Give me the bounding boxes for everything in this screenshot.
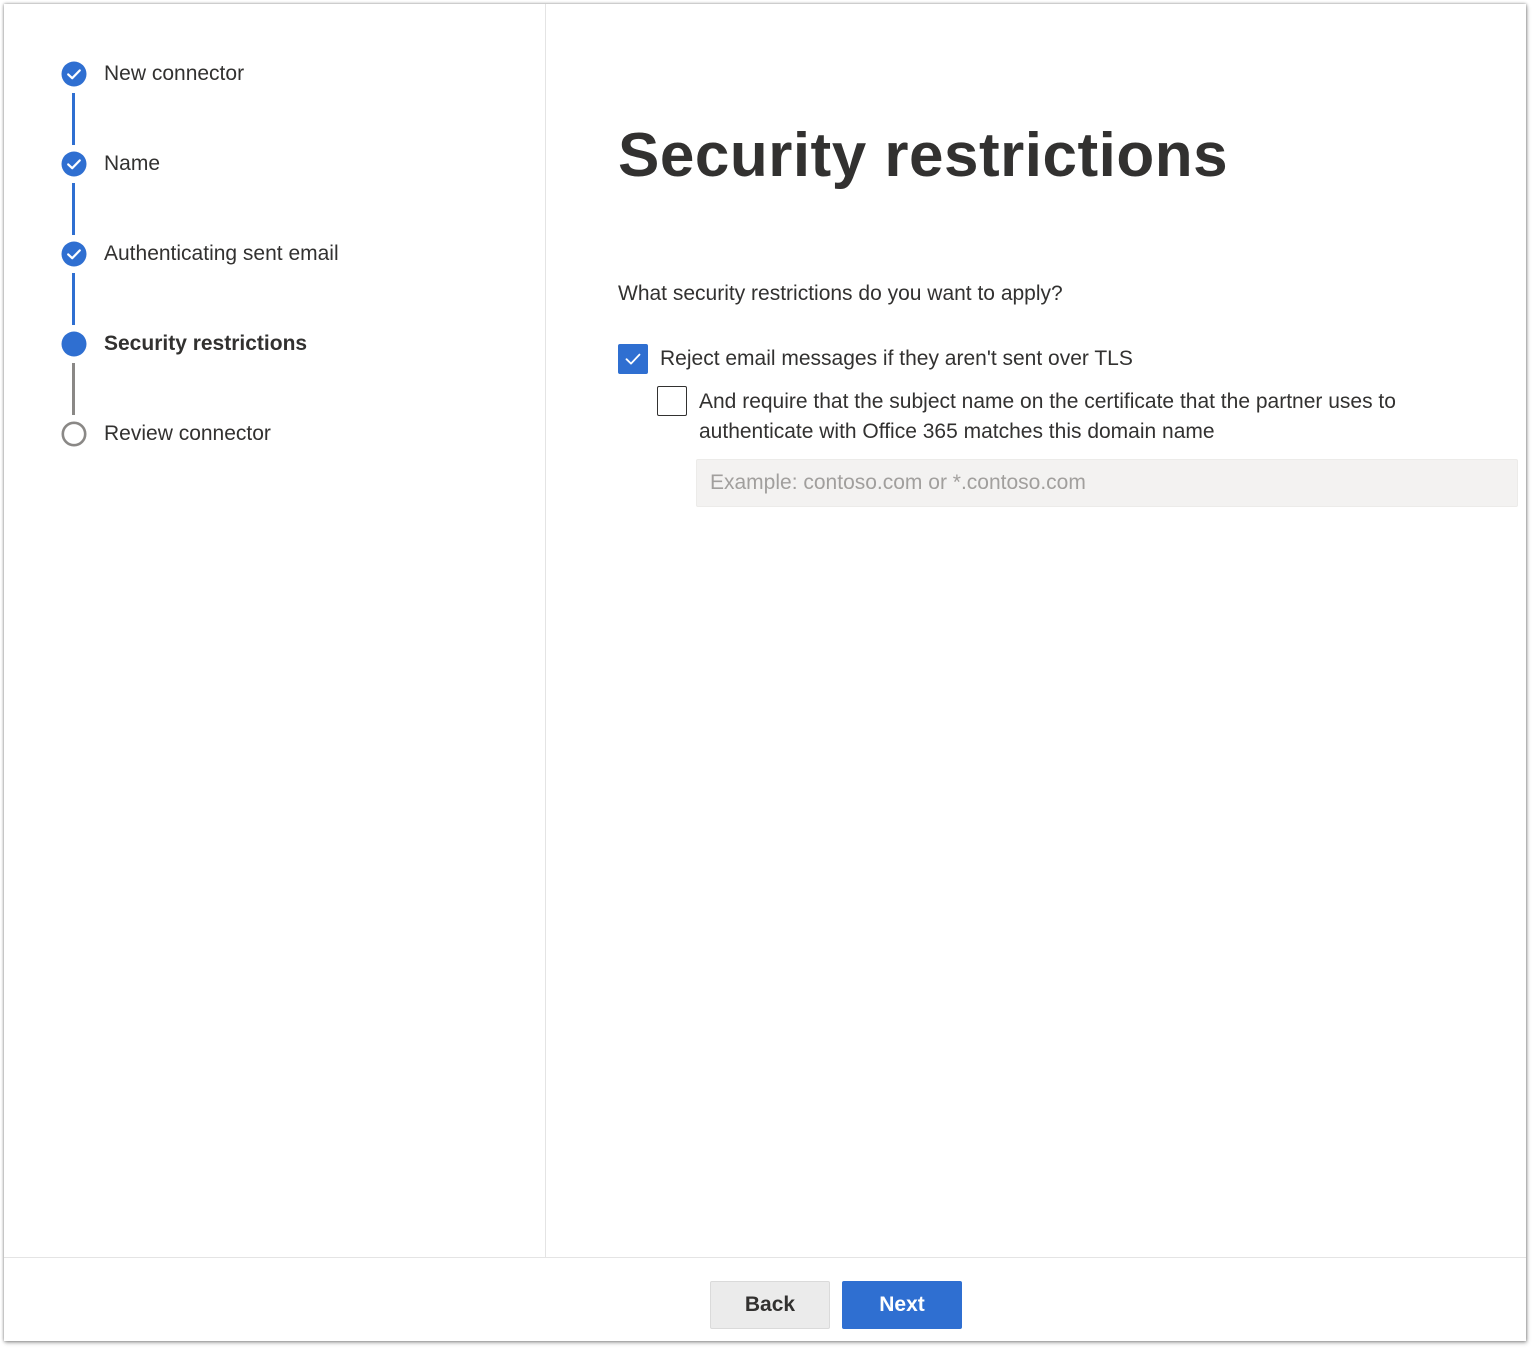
step-label: Authenticating sent email <box>104 242 339 265</box>
require-certificate-subject-checkbox[interactable] <box>657 386 687 416</box>
wizard-content-pane: Security restrictions What security rest… <box>546 4 1526 1257</box>
question-text: What security restrictions do you want t… <box>618 282 1063 305</box>
checkmark-icon <box>625 353 641 365</box>
wizard-footer: Back Next <box>4 1257 1526 1341</box>
reject-non-tls-label: Reject email messages if they aren't sen… <box>660 347 1133 370</box>
wizard-window: New connector Name Authenticating sent e… <box>4 4 1526 1341</box>
domain-name-input[interactable] <box>696 459 1518 507</box>
option-require-certificate-subject[interactable]: And require that the subject name on the… <box>657 386 1519 448</box>
require-certificate-subject-label: And require that the subject name on the… <box>699 390 1396 443</box>
step-connector-line <box>72 183 75 235</box>
step-connector-line <box>72 363 75 415</box>
checkmark-circle-icon <box>61 61 87 87</box>
step-connector-line <box>72 93 75 145</box>
back-button[interactable]: Back <box>710 1281 830 1329</box>
wizard-steps-pane: New connector Name Authenticating sent e… <box>4 4 546 1257</box>
step-label: Review connector <box>104 422 271 445</box>
checkmark-circle-icon <box>61 151 87 177</box>
reject-non-tls-checkbox[interactable] <box>618 344 648 374</box>
checkmark-circle-icon <box>61 241 87 267</box>
next-button[interactable]: Next <box>842 1281 962 1329</box>
step-label: New connector <box>104 62 245 85</box>
empty-circle-icon <box>61 421 87 447</box>
step-label: Name <box>104 152 161 175</box>
step-label-current: Security restrictions <box>104 332 308 355</box>
option-reject-non-tls[interactable]: Reject email messages if they aren't sen… <box>618 344 1498 374</box>
step-connector-line <box>72 273 75 325</box>
filled-circle-icon <box>61 331 87 357</box>
page-title: Security restrictions <box>618 121 1229 190</box>
